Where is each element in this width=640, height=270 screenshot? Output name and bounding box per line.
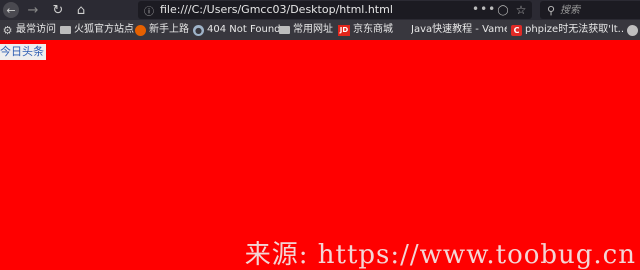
bookmark-label: 最常访问	[16, 24, 56, 35]
address-bar[interactable]: ⓘ file:///C:/Users/Gmcc03/Desktop/html.h…	[138, 1, 532, 19]
reload-button[interactable]: ↻	[47, 0, 69, 20]
folder-icon	[279, 26, 290, 34]
csdn-icon: C	[511, 24, 522, 36]
bookmark-common-sites[interactable]: 常用网址	[279, 20, 333, 40]
browser-toolbar: ← → ↻ ⌂ ⓘ file:///C:/Users/Gmcc03/Deskto…	[0, 0, 640, 20]
bookmark-label: 404 Not Found	[207, 24, 281, 35]
home-icon: ⌂	[76, 2, 86, 18]
folder-icon	[60, 26, 71, 34]
reload-icon: ↻	[52, 2, 64, 18]
bookmark-label: phpize时无法获取'lt...	[525, 24, 623, 35]
jd-icon: JD	[338, 24, 350, 36]
toutiao-link[interactable]: 今日头条	[0, 44, 46, 60]
url-text[interactable]: file:///C:/Users/Gmcc03/Desktop/html.htm…	[160, 1, 393, 19]
bookmark-phpize[interactable]: C phpize时无法获取'lt...	[511, 20, 623, 40]
bookmark-label: 京东商城	[353, 24, 393, 35]
search-input[interactable]	[560, 1, 636, 19]
bookmark-label: 火狐官方站点	[74, 24, 134, 35]
source-watermark: 来源: https://www.toobug.cn	[244, 240, 636, 270]
back-arrow-icon: ←	[3, 2, 19, 18]
bookmark-star-icon[interactable]: ☆	[514, 1, 528, 19]
bookmark-label: 新手上路	[149, 24, 189, 35]
home-button[interactable]: ⌂	[70, 0, 92, 20]
forward-arrow-icon: →	[27, 2, 39, 18]
back-button[interactable]: ←	[0, 0, 22, 20]
bookmark-firefox-sites[interactable]: 火狐官方站点	[60, 20, 134, 40]
bookmark-jd[interactable]: JD 京东商城	[338, 20, 393, 40]
gear-icon: ⚙	[2, 23, 13, 37]
globe-icon: ●	[193, 24, 204, 36]
firefox-icon	[135, 24, 146, 36]
info-icon[interactable]: ⓘ	[142, 1, 156, 19]
bookmarks-toolbar: ⚙ 最常访问 火狐官方站点 新手上路 ● 404 Not Found 常用网址 …	[0, 20, 640, 40]
bookmark-label: 常用网址	[293, 24, 333, 35]
bookmark-java-tutorial[interactable]: Java快速教程 - Vame...	[411, 20, 507, 40]
bookmark-getting-started[interactable]: 新手上路	[135, 20, 189, 40]
bookmark-chrome[interactable]	[627, 20, 640, 40]
page-actions-button[interactable]: •••	[472, 1, 496, 19]
forward-button[interactable]: →	[22, 0, 44, 20]
shield-icon[interactable]: ◯	[496, 1, 510, 19]
bookmark-most-visited[interactable]: ⚙ 最常访问	[2, 20, 56, 40]
chrome-icon	[627, 24, 638, 36]
search-box[interactable]: ⚲	[540, 1, 640, 19]
bookmark-label: Java快速教程 - Vame...	[411, 24, 507, 35]
search-icon: ⚲	[546, 3, 556, 17]
bookmark-404[interactable]: ● 404 Not Found	[193, 20, 281, 40]
